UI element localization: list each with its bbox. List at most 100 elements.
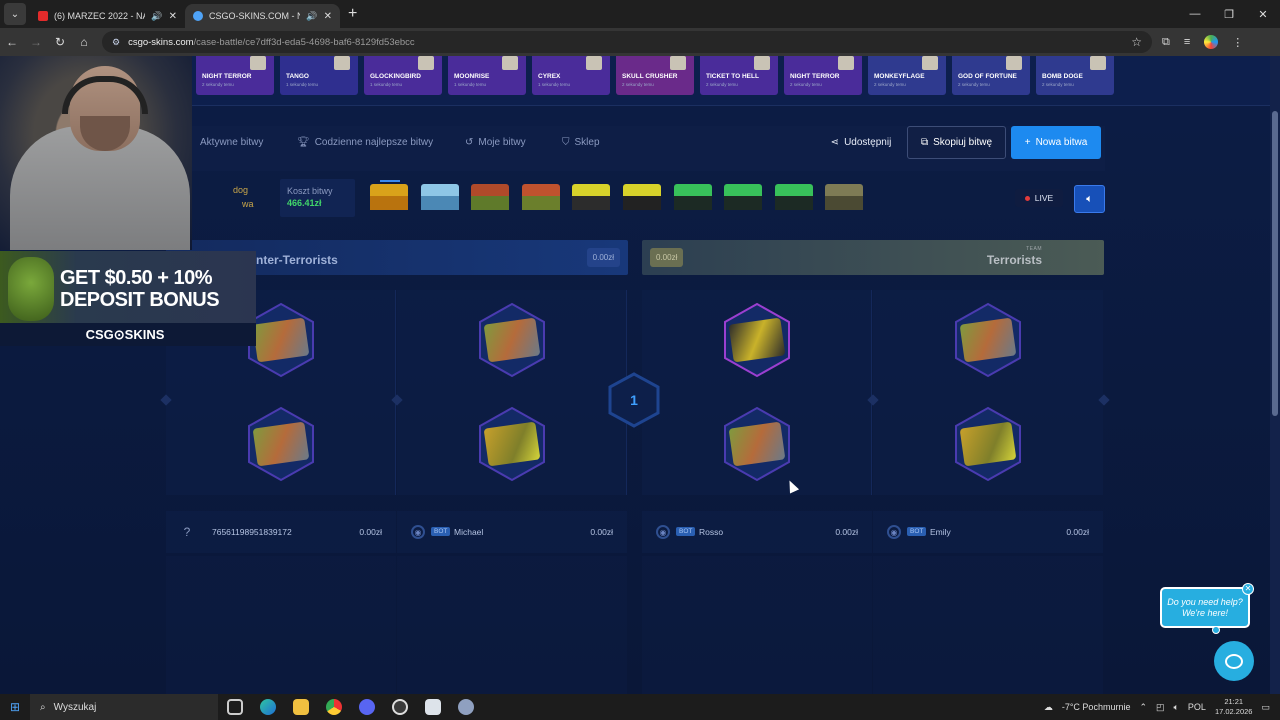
- speaker-icon[interactable]: 🔊: [151, 11, 162, 22]
- skin-image: [922, 56, 938, 70]
- site-info-icon[interactable]: ⚙: [112, 37, 120, 48]
- promo-banner[interactable]: GET $0.50 + 10% DEPOSIT BONUS CSG⊙SKINS: [0, 251, 256, 346]
- page-scrollbar[interactable]: [1270, 56, 1280, 694]
- live-drop-card[interactable]: GOD OF FORTUNE 2 sekundy temu: [952, 56, 1030, 95]
- case-thumbnail[interactable]: [825, 184, 864, 210]
- weather-text[interactable]: -7°C Pochmurnie: [1062, 702, 1131, 712]
- reload-icon[interactable]: ↻: [48, 35, 72, 49]
- speaker-icon[interactable]: 🔊: [306, 11, 317, 22]
- discord-icon[interactable]: [350, 699, 383, 715]
- scrollbar-thumb[interactable]: [1272, 111, 1278, 416]
- close-window-icon[interactable]: ✕: [1246, 0, 1280, 28]
- obs-icon[interactable]: [383, 699, 416, 715]
- home-icon[interactable]: ⌂: [72, 35, 96, 49]
- case-lid: [825, 184, 864, 196]
- drop-name: BOMB DOGE: [1042, 73, 1083, 80]
- live-drop-card[interactable]: NIGHT TERROR 2 sekundy temu: [196, 56, 274, 95]
- skin-image: [502, 56, 518, 70]
- bookmark-star-icon[interactable]: ☆: [1131, 35, 1142, 49]
- tab-search-button[interactable]: ⌄: [4, 3, 26, 25]
- new-battle-button[interactable]: + Nowa bitwa: [1011, 126, 1101, 159]
- search-icon: ⌕: [40, 701, 46, 713]
- live-drop-card[interactable]: TICKET TO HELL 2 sekundy temu: [700, 56, 778, 95]
- live-drop-card[interactable]: MOONRISE 1 sekundę temu: [448, 56, 526, 95]
- skin-image: [1090, 56, 1106, 70]
- live-drop-card[interactable]: SKULL CRUSHER 2 sekundy temu: [616, 56, 694, 95]
- back-icon[interactable]: ←: [0, 35, 24, 49]
- nav-daily-best[interactable]: 🏆︎ Codzienne najlepsze bitwy: [297, 137, 433, 148]
- copy-battle-button[interactable]: ⧉ Skopiuj bitwę: [907, 126, 1006, 159]
- share-button[interactable]: ⋖ Udostępnij: [826, 126, 896, 159]
- live-drop-card[interactable]: MONKEYFLAGE 2 sekundy temu: [868, 56, 946, 95]
- nav-shop[interactable]: ⛉ Sklep: [562, 137, 600, 148]
- close-tab-icon[interactable]: ✕: [324, 11, 332, 22]
- drop-name: SKULL CRUSHER: [622, 73, 678, 80]
- live-badge[interactable]: LIVE: [1015, 189, 1063, 207]
- tab-youtube[interactable]: (6) MARZEC 2022 - NAJLEPSZE 🔊 ✕: [30, 4, 185, 28]
- drop-name: TANGO: [286, 73, 309, 80]
- chat-launcher-button[interactable]: [1214, 641, 1254, 681]
- weather-icon[interactable]: ☁: [1044, 702, 1053, 713]
- live-drop-card[interactable]: BOMB DOGE 2 sekundy temu: [1036, 56, 1114, 95]
- promo-line-1: GET $0.50 + 10%: [60, 267, 213, 289]
- bot-avatar-icon: ◉: [656, 525, 670, 539]
- help-bubble[interactable]: ✕ Do you need help? We're here!: [1160, 583, 1254, 634]
- live-drop-card[interactable]: TANGO 1 sekundę temu: [280, 56, 358, 95]
- case-thumbnail[interactable]: [471, 184, 510, 210]
- network-icon[interactable]: ◰: [1156, 702, 1165, 713]
- taskbar-search-input[interactable]: ⌕ Wyszukaj: [30, 694, 218, 720]
- live-drop-card[interactable]: NIGHT TERROR 2 sekundy temu: [784, 56, 862, 95]
- case-thumbnail[interactable]: [774, 184, 813, 210]
- media-icon[interactable]: ≡: [1184, 36, 1190, 48]
- live-drops-strip: NIGHT TERROR 2 sekundy temu TANGO 1 sekundę…: [0, 56, 1280, 106]
- extensions-icon[interactable]: ⧉: [1162, 36, 1170, 49]
- file-explorer-icon[interactable]: [284, 699, 317, 715]
- trophy-icon: 🏆︎: [297, 137, 310, 148]
- weapon-skin-image: [728, 317, 786, 363]
- menu-icon[interactable]: ⋮: [1232, 36, 1243, 49]
- profile-avatar[interactable]: [1204, 35, 1219, 49]
- forward-icon[interactable]: →: [24, 35, 48, 49]
- maximize-icon[interactable]: ❐: [1212, 0, 1246, 28]
- chevron-up-icon[interactable]: ⌃: [1139, 702, 1147, 713]
- close-help-icon[interactable]: ✕: [1242, 583, 1254, 595]
- case-thumbnail[interactable]: [420, 184, 459, 210]
- case-lid: [724, 184, 763, 196]
- case-thumbnail[interactable]: [521, 184, 560, 210]
- notepad-icon[interactable]: [416, 699, 449, 715]
- url-input[interactable]: ⚙ csgo-skins.com /case-battle/ce7dff3d-e…: [102, 31, 1152, 53]
- minimize-icon[interactable]: —: [1178, 0, 1212, 28]
- app-icon[interactable]: [449, 699, 482, 715]
- notifications-icon[interactable]: ▭: [1261, 702, 1270, 713]
- tab-csgo-skins[interactable]: CSGO-SKINS.COM - Najlepsza 🔊 ✕: [185, 4, 340, 28]
- weapon-skin-image: [483, 421, 541, 467]
- live-drop-card[interactable]: GLOCKINGBIRD 1 sekundę temu: [364, 56, 442, 95]
- windows-start-icon[interactable]: ⊞: [0, 700, 30, 714]
- skin-image: [754, 56, 770, 70]
- live-dot-icon: [1024, 195, 1030, 201]
- player-name: 76561198951839172: [212, 527, 292, 537]
- language-indicator[interactable]: POL: [1188, 702, 1206, 712]
- case-thumbnail[interactable]: [370, 184, 408, 210]
- sound-toggle-button[interactable]: 🔈︎: [1074, 185, 1105, 213]
- edge-icon[interactable]: [251, 699, 284, 715]
- task-view-icon[interactable]: [218, 699, 251, 715]
- case-lid: [572, 184, 611, 196]
- drop-name: MONKEYFLAGE: [874, 73, 925, 80]
- nav-my-battles[interactable]: ↺ Moje bitwy: [465, 137, 526, 148]
- case-thumbnail[interactable]: [724, 184, 763, 210]
- volume-icon[interactable]: 🔈︎: [1174, 702, 1179, 713]
- drop-name: MOONRISE: [454, 73, 490, 80]
- clock[interactable]: 21:21 17.02.2026: [1215, 697, 1253, 717]
- windows-taskbar: ⊞ ⌕ Wyszukaj ☁ -7°C Pochmurnie ⌃ ◰ 🔈︎ POL…: [0, 694, 1280, 720]
- case-thumbnail[interactable]: [572, 184, 611, 210]
- chrome-icon[interactable]: [317, 699, 350, 715]
- skin-slot: [246, 406, 316, 482]
- nav-active-battles[interactable]: Aktywne bitwy: [200, 137, 263, 148]
- case-thumbnail[interactable]: [673, 184, 712, 210]
- new-tab-button[interactable]: +: [348, 5, 357, 23]
- live-drop-card[interactable]: CYREX 1 sekundę temu: [532, 56, 610, 95]
- case-thumbnail[interactable]: [623, 184, 661, 210]
- cost-label: Koszt bitwy: [287, 186, 333, 196]
- close-tab-icon[interactable]: ✕: [169, 11, 177, 22]
